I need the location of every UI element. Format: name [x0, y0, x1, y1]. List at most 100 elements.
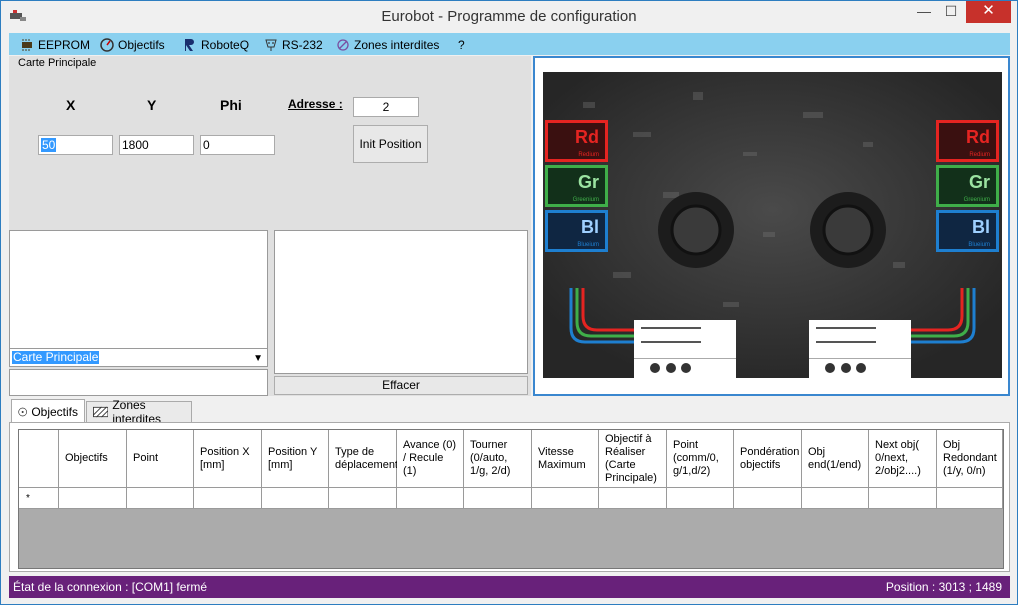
grid-cell[interactable] [127, 488, 194, 509]
column-header[interactable]: Objectifs [59, 430, 127, 488]
status-bar: État de la connexion : [COM1] fermé Posi… [9, 576, 1010, 598]
menu-objectifs[interactable]: Objectifs [99, 36, 165, 53]
badge-blueium-name: Blueium [968, 242, 990, 248]
menu-objectifs-label: Objectifs [118, 37, 165, 52]
left-crater [658, 192, 734, 268]
playfield-image-panel[interactable]: Rd Redium Gr Greenium Bl Blueium Rd Redi… [533, 56, 1010, 396]
maximize-button[interactable]: ☐ [938, 1, 964, 23]
menu-eeprom[interactable]: EEPROM [19, 36, 90, 53]
column-header[interactable]: Obj Redondant (1/y, 0/n) [937, 430, 1003, 488]
menu-help-label: ? [458, 37, 465, 52]
grid-cell[interactable] [329, 488, 397, 509]
left-card [634, 320, 736, 378]
column-header[interactable]: Tourner (0/auto, 1/g, 2/d) [464, 430, 532, 488]
badge-redium-name: Redium [969, 152, 990, 158]
badge-blueium-symbol: Bl [581, 217, 599, 237]
column-header[interactable]: Point (comm/0, g/1,d/2) [667, 430, 734, 488]
tab-strip: Objectifs Zones interdites [9, 398, 1010, 426]
badge-greenium-symbol: Gr [968, 172, 990, 192]
y-field[interactable]: 1800 [119, 135, 194, 155]
group-label: Carte Principale [18, 57, 97, 69]
phi-field[interactable]: 0 [200, 135, 275, 155]
grid-cell[interactable] [194, 488, 262, 509]
menu-zones-label: Zones interdites [354, 37, 440, 52]
bottom-textbox[interactable] [9, 369, 268, 396]
gauge-icon [100, 37, 114, 52]
badge-greenium-name: Greenium [572, 197, 599, 203]
column-header[interactable]: Objectif à Réaliser (Carte Principale) [599, 430, 667, 488]
tab-zones-interdites[interactable]: Zones interdites [86, 398, 192, 426]
grid-cell[interactable] [532, 488, 599, 509]
grid-cell[interactable] [397, 488, 464, 509]
left-listbox[interactable] [9, 230, 268, 349]
grid-cell[interactable] [667, 488, 734, 509]
column-header[interactable]: Vitesse Maximum [532, 430, 599, 488]
row-header-corner [19, 430, 59, 488]
badge-blueium-name: Blueium [577, 242, 599, 248]
tab-objectifs[interactable]: Objectifs [11, 399, 85, 423]
badge-greenium-name: Greenium [963, 197, 990, 203]
right-crater [810, 192, 886, 268]
grid-cell[interactable] [464, 488, 532, 509]
right-card [809, 320, 911, 378]
menu-roboteq[interactable]: RoboteQ [182, 36, 249, 53]
serial-port-icon [265, 39, 277, 51]
y-label: Y [147, 97, 157, 113]
badge-greenium: Gr Greenium [545, 165, 608, 207]
card-select-value: Carte Principale [12, 350, 100, 364]
target-icon [18, 407, 27, 416]
column-header[interactable]: Pondération objectifs [734, 430, 802, 488]
badge-redium-symbol: Rd [575, 127, 599, 147]
grid-cell[interactable] [937, 488, 1003, 509]
badge-redium-symbol: Rd [966, 127, 990, 147]
menu-help[interactable]: ? [458, 36, 465, 53]
connection-status: État de la connexion : [COM1] fermé [13, 580, 208, 594]
grid-cell[interactable] [59, 488, 127, 509]
column-header[interactable]: Position Y [mm] [262, 430, 329, 488]
badge-greenium-symbol: Gr [577, 172, 599, 192]
roboteq-logo-icon [185, 38, 194, 51]
left-badge-stack: Rd Redium Gr Greenium Bl Blueium [545, 120, 608, 252]
phi-label: Phi [220, 97, 242, 113]
x-field[interactable]: 50 [38, 135, 113, 155]
position-status: Position : 3013 ; 1489 [885, 580, 1002, 594]
hatch-icon [93, 406, 109, 418]
column-header[interactable]: Next obj( 0/next, 2/obj2....) [869, 430, 937, 488]
badge-redium: Rd Redium [545, 120, 608, 162]
close-button[interactable]: ✕ [966, 1, 1011, 23]
effacer-button[interactable]: Effacer [274, 376, 528, 395]
x-value: 50 [41, 138, 57, 152]
right-badge-stack: Rd Redium Gr Greenium Bl Blueium [936, 120, 999, 252]
grid-cell[interactable] [869, 488, 937, 509]
menu-rs232-label: RS-232 [282, 37, 323, 52]
forbidden-zone-icon [337, 38, 349, 51]
column-header[interactable]: Point [127, 430, 194, 488]
badge-blueium-symbol: Bl [972, 217, 990, 237]
column-header[interactable]: Position X [mm] [194, 430, 262, 488]
badge-blueium: Bl Blueium [936, 210, 999, 252]
playfield-drawing [543, 72, 1002, 378]
column-header[interactable]: Type de déplacement [329, 430, 398, 488]
grid-cell[interactable] [262, 488, 329, 509]
column-header[interactable]: Avance (0) / Recule (1) [397, 430, 464, 488]
badge-greenium: Gr Greenium [936, 165, 999, 207]
grid-cell[interactable] [599, 488, 667, 509]
objectifs-tab-panel: Objectifs Point Position X [mm] Position… [9, 422, 1010, 572]
config-panel: Carte Principale X Y Phi Adresse : 2 50 … [9, 56, 531, 396]
adresse-field[interactable]: 2 [353, 97, 419, 117]
right-listbox[interactable] [274, 230, 528, 374]
column-header[interactable]: Obj end(1/end) [802, 430, 869, 488]
menu-bar: EEPROM Objectifs RoboteQ RS-232 Zones in… [9, 33, 1010, 55]
chevron-down-icon: ▼ [253, 353, 263, 364]
grid-cell[interactable] [802, 488, 869, 509]
menu-zones-interdites[interactable]: Zones interdites [335, 36, 439, 53]
app-window: Eurobot - Programme de configuration — ☐… [0, 0, 1018, 605]
minimize-button[interactable]: — [911, 1, 937, 23]
playfield-board-image: Rd Redium Gr Greenium Bl Blueium Rd Redi… [543, 72, 1002, 378]
objectifs-grid[interactable]: Objectifs Point Position X [mm] Position… [18, 429, 1004, 569]
adresse-label: Adresse : [288, 97, 343, 111]
init-position-button[interactable]: Init Position [353, 125, 428, 163]
card-select[interactable]: Carte Principale ▼ [9, 348, 268, 367]
grid-cell[interactable] [734, 488, 802, 509]
menu-rs232[interactable]: RS-232 [263, 36, 323, 53]
